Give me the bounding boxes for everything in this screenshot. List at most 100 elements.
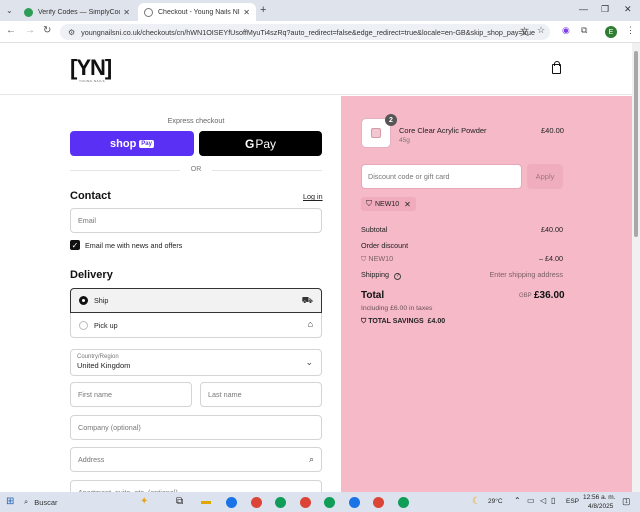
extensions-puzzle-icon[interactable]: ⧉ <box>581 25 587 36</box>
first-name-field[interactable]: First name <box>70 382 192 407</box>
contact-heading: Contact <box>70 190 111 202</box>
discount-code: NEW10 <box>368 254 394 263</box>
store-logo[interactable]: [YN] <box>70 55 112 81</box>
store-header: [YN] YOUNG NAILS <box>0 43 632 95</box>
applied-discount-tag: ⛉ NEW10 ✕ <box>361 197 416 211</box>
company-field[interactable]: Company (optional) <box>70 415 322 440</box>
tab-verify-codes[interactable]: Verify Codes — SimplyCodes ✕ <box>18 3 136 21</box>
weather-moon-icon: ☾ <box>472 496 481 507</box>
shop-pay-text: shop <box>110 137 137 150</box>
chrome-icon[interactable] <box>324 497 335 508</box>
close-window-icon[interactable]: ✕ <box>624 4 632 15</box>
address-placeholder: Address <box>78 455 105 464</box>
battery-icon[interactable]: ▯ <box>551 496 555 505</box>
chrome-icon[interactable] <box>300 497 311 508</box>
extension-icon[interactable]: ◉ <box>562 25 570 36</box>
shipping-value: Enter shipping address <box>489 270 563 279</box>
scrollbar-thumb[interactable] <box>634 51 638 237</box>
product-price: £40.00 <box>541 126 564 135</box>
delivery-option-label: Ship <box>94 296 109 305</box>
new-tab-icon[interactable]: + <box>260 4 266 16</box>
bookmark-star-icon[interactable]: ☆ <box>537 25 545 36</box>
savings-label: TOTAL SAVINGS <box>368 318 424 325</box>
taxes-note: Including £6.00 in taxes <box>361 305 433 312</box>
email-field[interactable]: Email <box>70 208 322 233</box>
chevron-down-icon: ⌄ <box>305 357 313 367</box>
translate-icon[interactable]: 文 <box>520 25 529 38</box>
back-icon[interactable]: ← <box>6 25 16 36</box>
total-value: £36.00 <box>534 290 565 301</box>
google-pay-text: Pay <box>255 136 277 151</box>
task-view-icon[interactable]: ⧉ <box>176 496 183 507</box>
order-discount-label: Order discount <box>361 241 409 250</box>
address-bar[interactable]: ⚙ youngnailsni.co.uk/checkouts/cn/hWN1OI… <box>60 24 550 40</box>
globe-favicon-icon <box>144 7 153 17</box>
delivery-heading: Delivery <box>70 269 113 281</box>
login-link[interactable]: Log in <box>303 192 323 201</box>
close-tab-icon[interactable]: ✕ <box>243 8 250 17</box>
chrome-icon[interactable] <box>349 497 360 508</box>
shipping-label: Shipping <box>361 270 389 279</box>
shopping-bag-icon[interactable] <box>552 61 561 74</box>
reload-icon[interactable]: ↻ <box>43 25 51 36</box>
product-jar-image <box>371 128 381 138</box>
page-scrollbar[interactable] <box>632 43 640 492</box>
discount-code-row: ⛉ NEW10 <box>361 254 393 264</box>
network-icon[interactable]: ▭ <box>527 496 535 505</box>
product-name: Core Clear Acrylic Powder <box>399 126 487 135</box>
store-icon: ⌂ <box>307 319 313 329</box>
delivery-option-ship[interactable]: Ship ⛟ <box>70 288 322 313</box>
newsletter-checkbox[interactable]: ✓ <box>70 240 80 250</box>
tab-title: Verify Codes — SimplyCodes <box>38 8 120 16</box>
simplycodes-favicon-icon <box>24 7 33 17</box>
info-icon[interactable]: ? <box>393 273 401 280</box>
clock-time[interactable]: 12:56 a. m. <box>583 494 616 501</box>
close-tab-icon[interactable]: ✕ <box>123 8 130 17</box>
shop-pay-badge: Pay <box>139 139 154 148</box>
radio-unselected[interactable] <box>79 320 88 330</box>
tab-title: Checkout - Young Nails NI <box>158 8 240 16</box>
clock-date[interactable]: 4/8/2025 <box>588 503 613 510</box>
temperature: 29°C <box>488 498 503 505</box>
discount-value: – £4.00 <box>539 254 563 263</box>
chrome-icon[interactable] <box>251 497 262 508</box>
chevron-up-icon[interactable]: ⌃ <box>514 496 521 505</box>
language-indicator[interactable]: ESP <box>566 498 579 505</box>
forward-icon[interactable]: → <box>25 25 35 36</box>
tab-checkout[interactable]: Checkout - Young Nails NI ✕ <box>138 3 256 21</box>
start-icon[interactable]: ⊞ <box>6 496 14 507</box>
file-explorer-icon[interactable]: ▬ <box>201 496 211 507</box>
discount-code-input[interactable]: Discount code or gift card <box>361 164 522 189</box>
profile-avatar[interactable]: E <box>605 26 617 38</box>
maximize-icon[interactable]: ❐ <box>601 4 609 15</box>
express-checkout-label: Express checkout <box>167 116 225 125</box>
tag-icon: ⛉ <box>366 199 372 208</box>
checkout-form: Express checkout shop Pay G Pay OR Conta… <box>0 96 341 492</box>
country-value: United Kingdom <box>77 361 131 370</box>
country-label: Country/Region <box>77 354 119 360</box>
site-info-icon[interactable]: ⚙ <box>68 28 75 37</box>
google-g-icon: G <box>244 136 255 151</box>
shop-pay-button[interactable]: shop Pay <box>70 131 194 156</box>
remove-discount-icon[interactable]: ✕ <box>404 200 411 209</box>
apply-discount-button[interactable]: Apply <box>527 164 563 189</box>
url-text: youngnailsni.co.uk/checkouts/cn/hWN1OISE… <box>81 27 536 37</box>
tab-search-icon[interactable]: ⌄ <box>6 6 13 15</box>
volume-icon[interactable]: ◁ <box>540 496 546 505</box>
chrome-icon[interactable] <box>226 497 237 508</box>
chrome-icon[interactable] <box>398 497 409 508</box>
browser-menu-icon[interactable]: ⋮ <box>626 25 635 36</box>
chrome-icon[interactable] <box>275 497 286 508</box>
apartment-field[interactable]: Apartment, suite, etc. (optional) <box>70 480 322 492</box>
delivery-option-pickup[interactable]: Pick up ⌂ <box>70 313 322 338</box>
last-name-field[interactable]: Last name <box>200 382 322 407</box>
chrome-icon[interactable] <box>373 497 384 508</box>
minimize-icon[interactable]: — <box>579 4 588 14</box>
address-field[interactable]: Address ⌕ <box>70 447 322 472</box>
radio-selected[interactable] <box>79 296 88 305</box>
google-pay-button[interactable]: G Pay <box>199 131 322 156</box>
checkout-page: [YN] YOUNG NAILS Express checkout shop P… <box>0 43 640 492</box>
search-icon: ⌕ <box>24 497 29 506</box>
country-select[interactable]: Country/Region United Kingdom ⌄ <box>70 349 322 376</box>
store-logo-subtext: YOUNG NAILS <box>79 79 106 83</box>
